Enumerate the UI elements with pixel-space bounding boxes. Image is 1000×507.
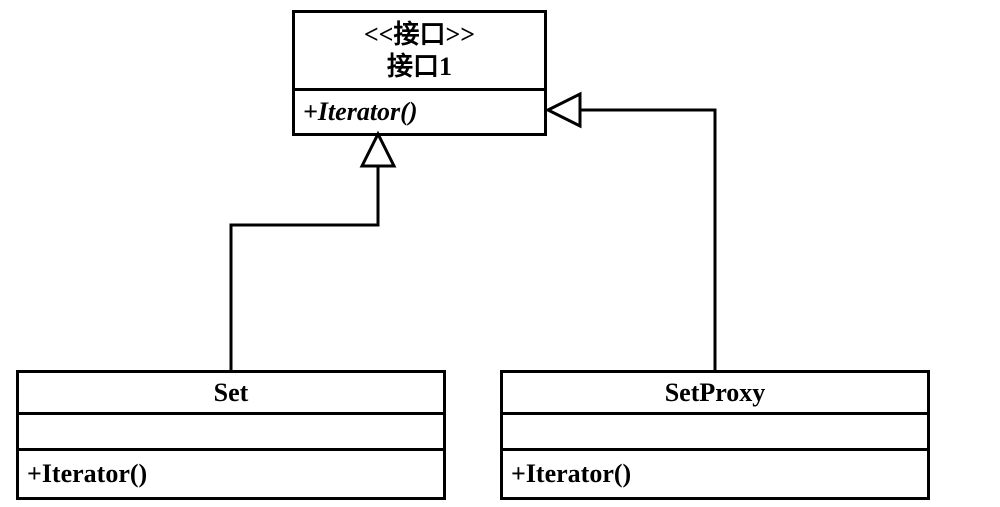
class-setproxy-name: SetProxy [503,373,927,415]
class-setproxy-attributes [503,415,927,451]
interface-header: <<接口>> 接口1 [295,13,544,91]
interface-name: 接口1 [387,51,452,82]
class-set-method: +Iterator() [19,451,443,497]
interface-stereotype: <<接口>> [364,19,475,50]
class-set-attributes [19,415,443,451]
class-set-box: Set +Iterator() [16,370,446,500]
canvas: { "interface": { "stereotype": "<<接口>>",… [0,0,1000,507]
interface-box: <<接口>> 接口1 +Iterator() [292,10,547,136]
class-set-name: Set [19,373,443,415]
class-setproxy-box: SetProxy +Iterator() [500,370,930,500]
class-setproxy-method: +Iterator() [503,451,927,497]
interface-method: +Iterator() [295,91,544,133]
